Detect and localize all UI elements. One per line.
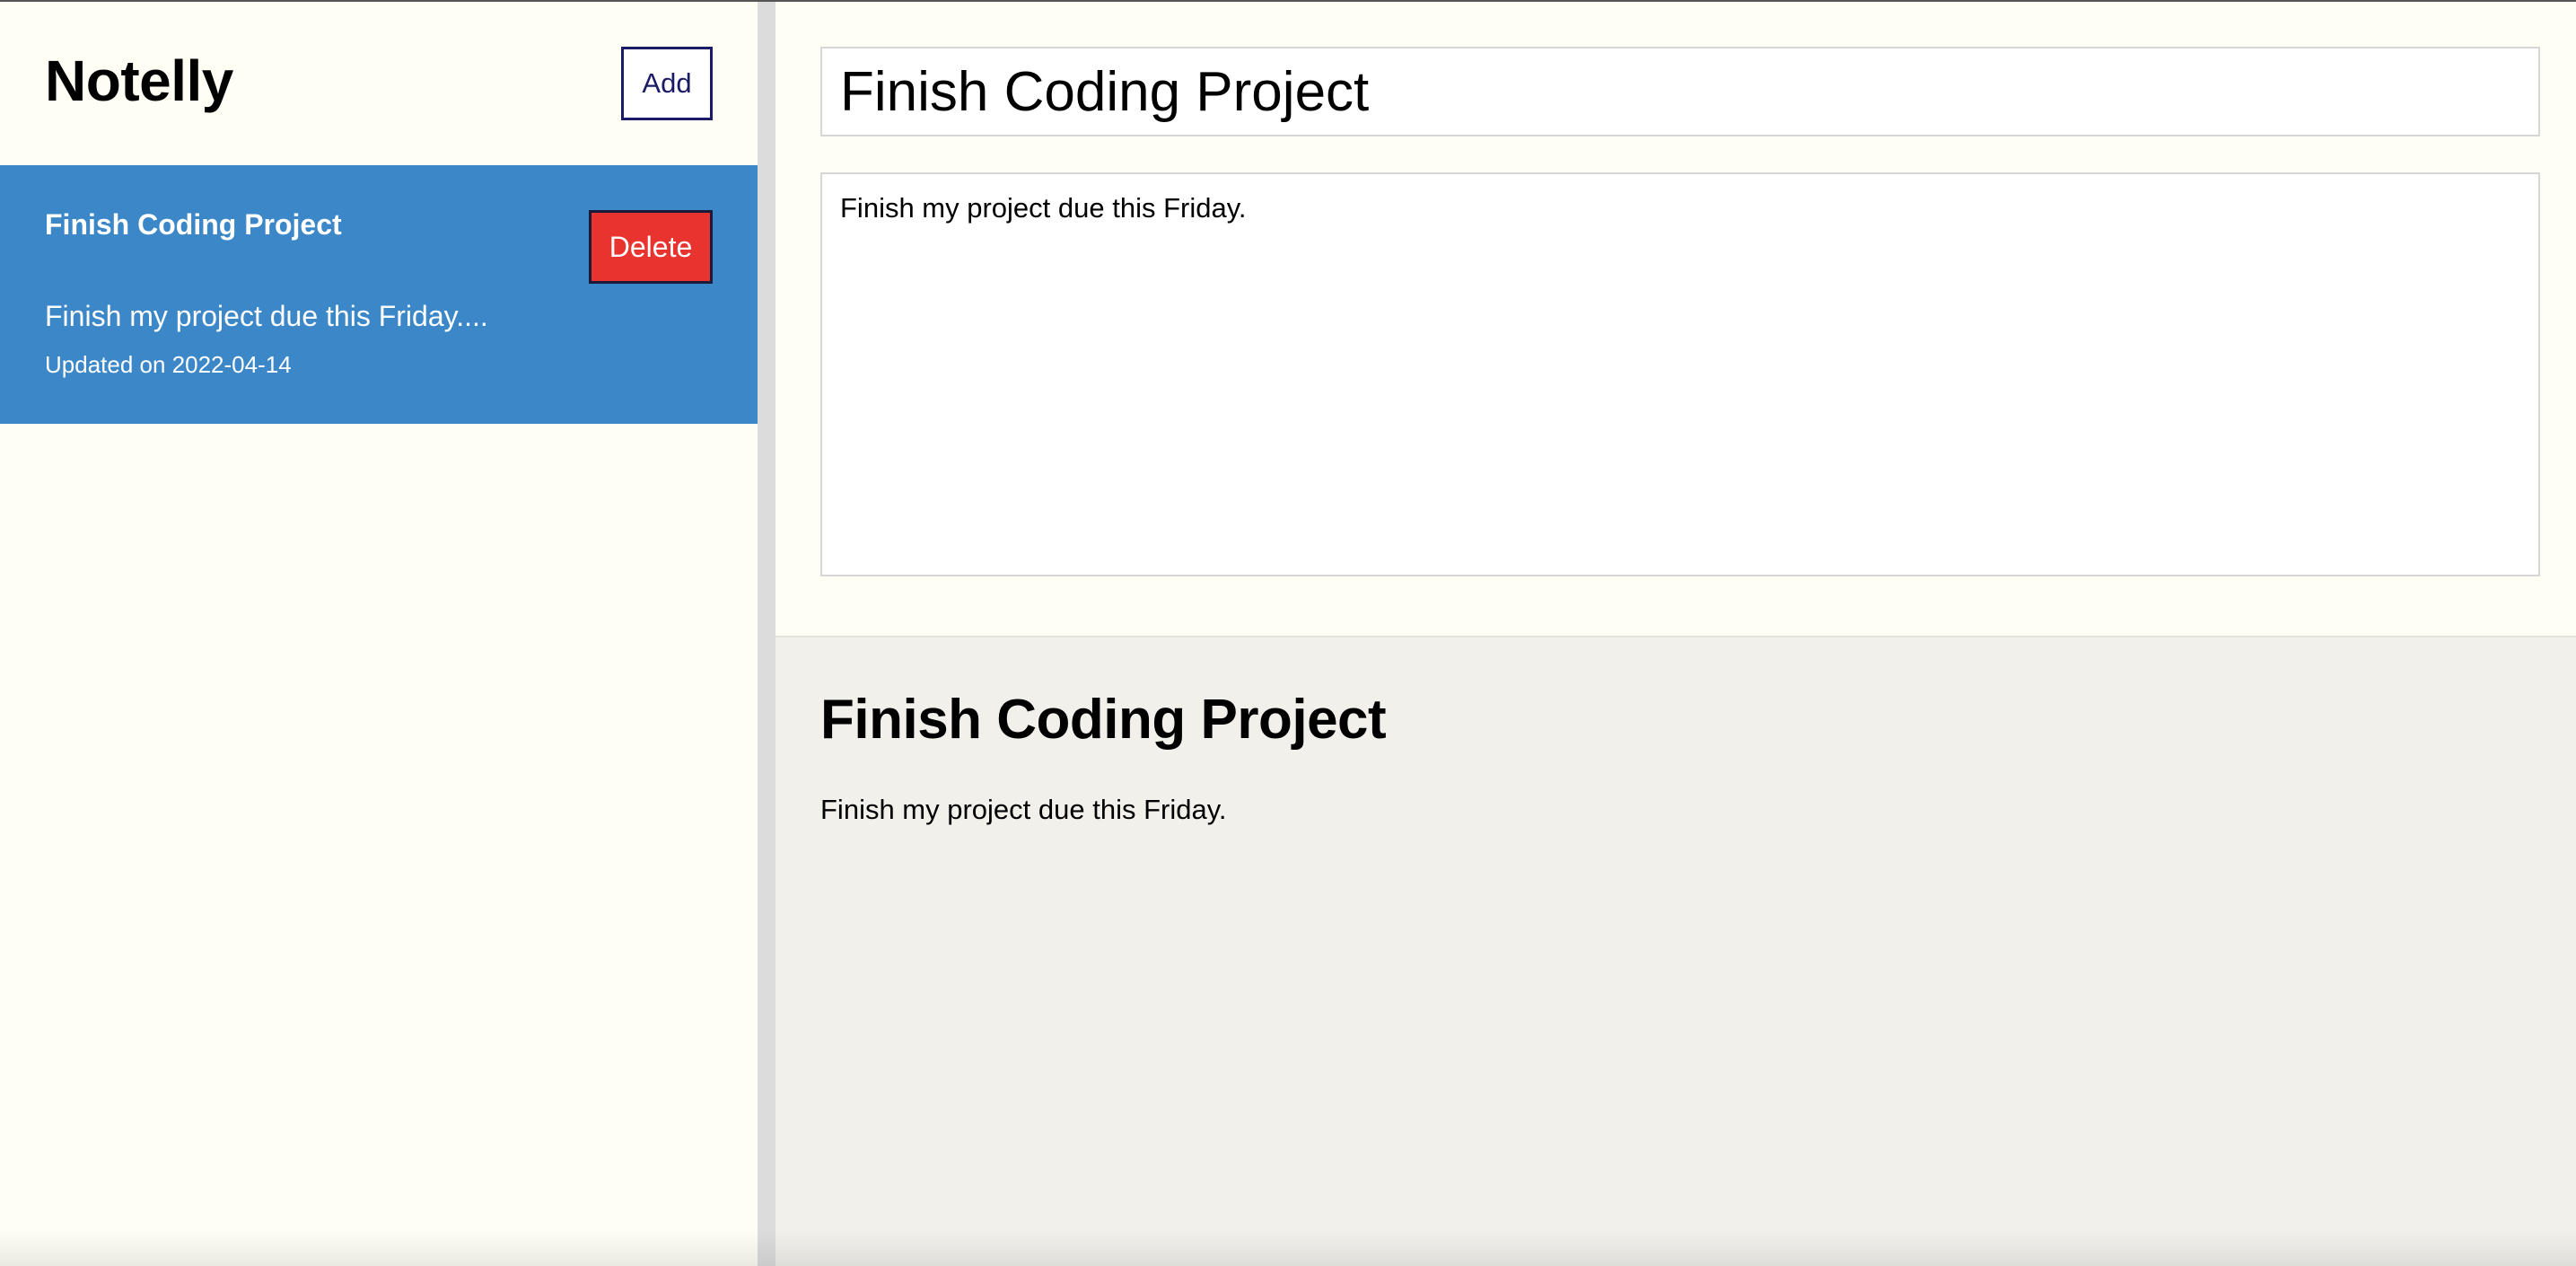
note-title-input[interactable] [820, 47, 2540, 136]
add-note-button[interactable]: Add [621, 47, 713, 120]
note-item-title: Finish Coding Project [45, 208, 342, 241]
note-list: Finish Coding Project Delete Finish my p… [0, 165, 758, 424]
note-editor: Finish my project due this Friday. [775, 2, 2576, 637]
sidebar: Notelly Add Finish Coding Project Delete… [0, 2, 758, 1266]
preview-title: Finish Coding Project [820, 689, 1387, 751]
app-title: Notelly [45, 48, 233, 113]
note-body-textarea[interactable]: Finish my project due this Friday. [820, 172, 2540, 576]
note-item-excerpt: Finish my project due this Friday.... [45, 300, 488, 332]
note-preview: Finish Coding Project Finish my project … [775, 637, 2576, 1266]
note-list-item[interactable]: Finish Coding Project Delete Finish my p… [0, 165, 758, 424]
note-item-updated-date: Updated on 2022-04-14 [45, 351, 292, 378]
preview-body: Finish my project due this Friday. [820, 794, 1227, 825]
pane-divider[interactable] [758, 2, 775, 1266]
delete-note-button[interactable]: Delete [589, 210, 713, 284]
sidebar-header: Notelly Add [0, 2, 758, 165]
notelly-app: Notelly Add Finish Coding Project Delete… [0, 0, 2576, 1266]
